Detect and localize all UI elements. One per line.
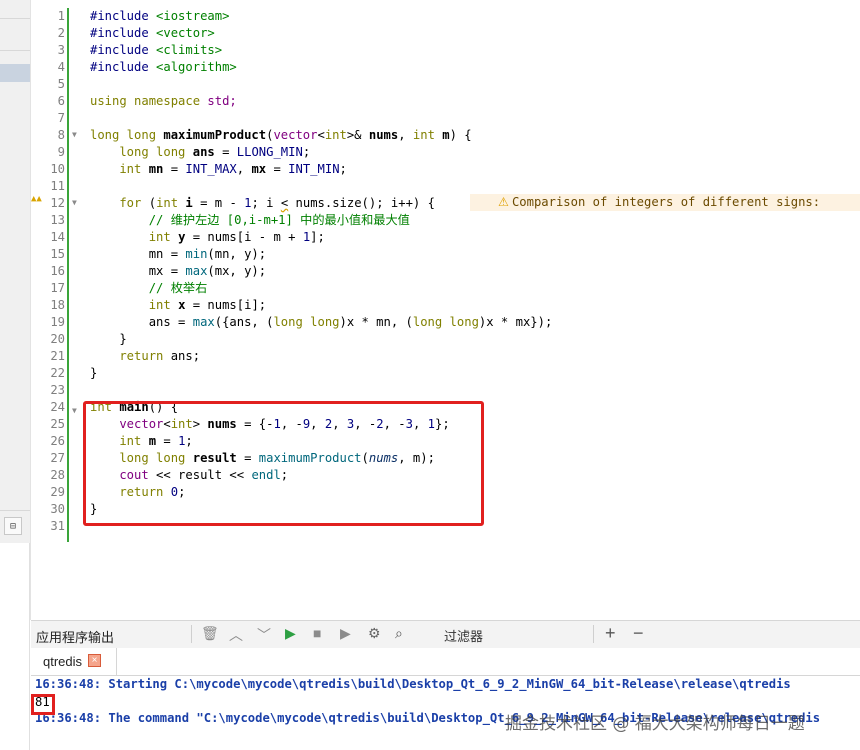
search-icon[interactable]: ⌕ bbox=[395, 625, 403, 642]
run-icon[interactable]: ▶ bbox=[285, 625, 296, 642]
code-line[interactable]: long long maximumProduct(vector<int>& nu… bbox=[90, 127, 472, 144]
sidebar-divider bbox=[0, 18, 30, 19]
minus-icon[interactable]: − bbox=[633, 623, 644, 644]
line-number: 7 bbox=[57, 111, 65, 125]
line-number: 3 bbox=[57, 43, 65, 57]
stop-icon[interactable]: ■ bbox=[313, 625, 321, 641]
line-number: 24 bbox=[50, 400, 65, 414]
line-number: 9 bbox=[57, 145, 65, 159]
gutter-change-marker bbox=[67, 8, 69, 542]
fold-triangle-icon[interactable]: ▼ bbox=[72, 131, 80, 139]
line-number: 18 bbox=[50, 298, 65, 312]
fold-triangle-icon[interactable]: ▼ bbox=[72, 407, 80, 415]
warning-triangle-icon: ⚠ bbox=[498, 195, 509, 209]
code-line[interactable]: using namespace std; bbox=[90, 93, 237, 110]
code-line[interactable]: for (int i = m - 1; i < nums.size(); i++… bbox=[90, 195, 435, 212]
line-number: 26 bbox=[50, 434, 65, 448]
code-line[interactable]: #include <iostream> bbox=[90, 8, 229, 25]
code-line[interactable]: #include <vector> bbox=[90, 25, 215, 42]
debug-icon[interactable]: ▶ bbox=[340, 625, 351, 642]
code-line[interactable]: mx = max(mx, y); bbox=[90, 263, 266, 280]
line-number: 1 bbox=[57, 9, 65, 23]
code-comment[interactable]: // 枚举右 bbox=[90, 280, 208, 297]
line-number: 10 bbox=[50, 162, 65, 176]
line-number: 29 bbox=[50, 485, 65, 499]
highlight-box-main bbox=[83, 401, 484, 526]
code-line[interactable]: long long ans = LLONG_MIN; bbox=[90, 144, 310, 161]
sidebar-divider bbox=[0, 50, 30, 51]
code-comment[interactable]: // 维护左边 [0,i-m+1] 中的最小值和最大值 bbox=[90, 212, 410, 229]
line-number: 20 bbox=[50, 332, 65, 346]
output-pane-toolbar: 应用程序输出 🗑 ︿ ﹀ ▶ ■ ▶ ⚙ ⌕ 过滤器 + − bbox=[31, 620, 860, 649]
line-number: 15 bbox=[50, 247, 65, 261]
code-line[interactable]: return ans; bbox=[90, 348, 200, 365]
line-number: 14 bbox=[50, 230, 65, 244]
highlight-box-result bbox=[31, 694, 55, 715]
output-tab-bar: qtredis × bbox=[31, 648, 860, 676]
line-number: 28 bbox=[50, 468, 65, 482]
code-line[interactable]: } bbox=[90, 331, 126, 348]
line-number: 21 bbox=[50, 349, 65, 363]
close-icon[interactable]: × bbox=[88, 654, 101, 667]
plus-icon[interactable]: + bbox=[605, 623, 616, 644]
output-line: 16:36:48: Starting C:\mycode\mycode\qtre… bbox=[35, 677, 791, 691]
line-number: 16 bbox=[50, 264, 65, 278]
chevron-up-icon[interactable]: ︿ bbox=[229, 625, 243, 645]
line-number: 22 bbox=[50, 366, 65, 380]
toolbar-separator bbox=[191, 625, 192, 643]
filter-input[interactable]: 过滤器 bbox=[444, 626, 483, 645]
line-number: 8 bbox=[57, 128, 65, 142]
inline-warning[interactable]: ⚠ Comparison of integers of different sig… bbox=[470, 194, 860, 211]
code-line[interactable]: int x = nums[i]; bbox=[90, 297, 266, 314]
code-line[interactable]: mn = min(mn, y); bbox=[90, 246, 266, 263]
toolbar-separator bbox=[593, 625, 594, 643]
output-pane-title: 应用程序输出 bbox=[36, 630, 115, 645]
sidebar-divider bbox=[0, 510, 30, 511]
code-line[interactable]: int mn = INT_MAX, mx = INT_MIN; bbox=[90, 161, 347, 178]
line-number: 25 bbox=[50, 417, 65, 431]
code-line[interactable]: ans = max({ans, (long long)x * mn, (long… bbox=[90, 314, 553, 331]
code-line[interactable]: int y = nums[i - m + 1]; bbox=[90, 229, 325, 246]
sidebar-lower-panel bbox=[0, 543, 30, 750]
line-number: 17 bbox=[50, 281, 65, 295]
code-line[interactable]: #include <algorithm> bbox=[90, 59, 237, 76]
trash-icon[interactable]: 🗑 bbox=[201, 625, 219, 642]
line-number: 27 bbox=[50, 451, 65, 465]
line-number: 11 bbox=[50, 179, 65, 193]
code-line[interactable]: } bbox=[90, 365, 97, 382]
fold-triangle-icon[interactable]: ▼ bbox=[72, 199, 80, 207]
watermark: 掘金技术社区 @ 福大大架构师每日一题 bbox=[505, 714, 805, 734]
warning-triangle-icon[interactable]: ▲▲ bbox=[31, 194, 42, 204]
line-number: 30 bbox=[50, 502, 65, 516]
sidebar-selected-row[interactable] bbox=[0, 64, 30, 82]
tab-label: qtredis bbox=[43, 654, 83, 669]
line-number: 6 bbox=[57, 94, 65, 108]
line-number: 23 bbox=[50, 383, 65, 397]
line-number: 2 bbox=[57, 26, 65, 40]
code-line[interactable]: #include <climits> bbox=[90, 42, 222, 59]
chevron-down-icon[interactable]: ﹀ bbox=[257, 625, 271, 645]
line-number: 4 bbox=[57, 60, 65, 74]
line-number: 5 bbox=[57, 77, 65, 91]
gear-icon[interactable]: ⚙ bbox=[368, 625, 381, 642]
sidebar-toggle-button[interactable]: ⊟ bbox=[4, 517, 22, 535]
line-number: 31 bbox=[50, 519, 65, 533]
tab-qtredis[interactable]: qtredis × bbox=[31, 648, 117, 675]
line-number: 19 bbox=[50, 315, 65, 329]
line-number: 13 bbox=[50, 213, 65, 227]
